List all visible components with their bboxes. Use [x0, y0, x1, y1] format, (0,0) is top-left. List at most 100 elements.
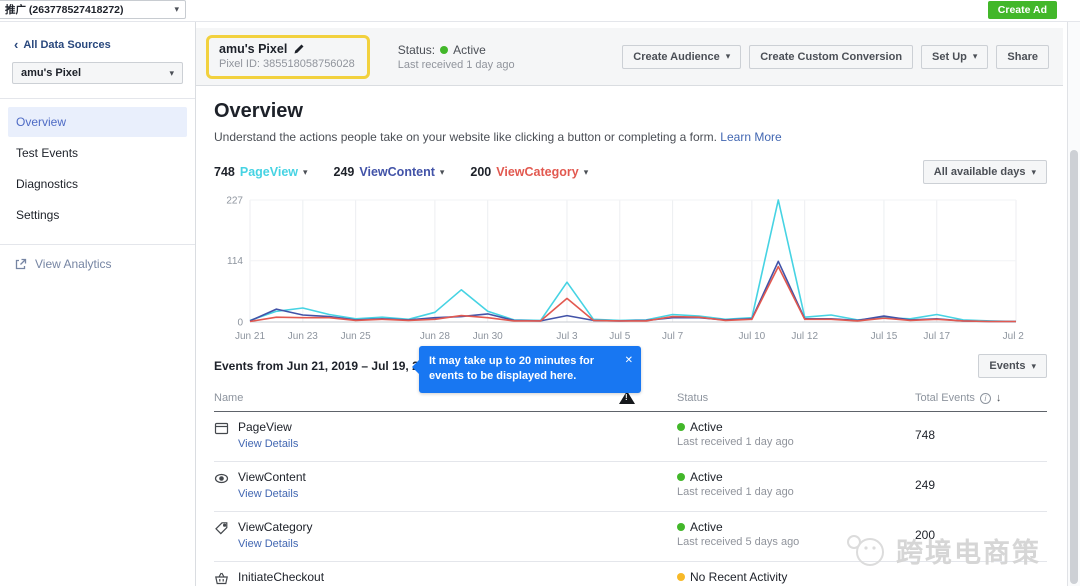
share-button[interactable]: Share	[996, 45, 1049, 69]
svg-text:Jul 3: Jul 3	[556, 331, 578, 342]
sidebar-nav: Overview Test Events Diagnostics Setting…	[0, 99, 195, 230]
chevron-down-icon: ▾	[174, 5, 179, 14]
events-date-range-title: Events from Jun 21, 2019 – Jul 19, 2019	[214, 359, 439, 373]
delay-tooltip: It may take up to 20 minutes for events …	[419, 346, 641, 393]
page-description: Understand the actions people take on yo…	[214, 130, 717, 144]
svg-text:114: 114	[227, 256, 243, 267]
view-details-link[interactable]: View Details	[238, 488, 298, 500]
svg-text:Jun 21: Jun 21	[235, 331, 265, 342]
event-status: Active	[690, 520, 723, 534]
svg-text:Jul 17: Jul 17	[923, 331, 950, 342]
overview-content: Overview Understand the actions people t…	[196, 86, 1063, 586]
chevron-down-icon: ▾	[1031, 362, 1036, 371]
scrollbar-thumb[interactable]	[1070, 150, 1078, 584]
table-row: PageView View Details Active Last receiv…	[214, 412, 1047, 462]
pixel-header: amu's Pixel Pixel ID: 385518058756028 St…	[196, 28, 1063, 86]
ad-account-selector[interactable]: 推广 (263778527418272) ▾	[0, 0, 186, 19]
date-range-label: All available days	[934, 166, 1026, 178]
column-header-status[interactable]: Status	[677, 392, 915, 404]
pixel-selector-dropdown[interactable]: amu's Pixel ▾	[12, 62, 183, 84]
pageview-label: PageView	[240, 165, 298, 179]
sidebar-item-settings[interactable]: Settings	[8, 200, 187, 230]
tag-icon	[214, 521, 229, 536]
chevron-down-icon: ▾	[169, 69, 174, 78]
event-name: PageView	[238, 420, 298, 434]
ad-account-label: 推广 (263778527418272)	[5, 2, 124, 17]
eye-icon	[214, 471, 229, 486]
date-range-button[interactable]: All available days ▾	[923, 160, 1047, 184]
svg-text:0: 0	[237, 318, 243, 329]
svg-text:Jun 25: Jun 25	[341, 331, 371, 342]
basket-icon	[214, 571, 229, 586]
status-value: Active	[453, 43, 486, 57]
sort-descending-icon[interactable]: ↓	[996, 392, 1002, 404]
set-up-button[interactable]: Set Up ▾	[921, 45, 988, 69]
event-name: ViewContent	[238, 470, 306, 484]
svg-text:Jul 5: Jul 5	[609, 331, 631, 342]
event-name: InitiateCheckout	[238, 570, 324, 584]
svg-text:227: 227	[226, 196, 243, 207]
view-details-link[interactable]: View Details	[238, 438, 298, 450]
chevron-down-icon: ▾	[303, 168, 308, 177]
column-header-name[interactable]: Name	[214, 392, 677, 404]
viewcategory-label: ViewCategory	[496, 165, 578, 179]
create-custom-conversion-button[interactable]: Create Custom Conversion	[749, 45, 913, 69]
pixel-info-highlight: amu's Pixel Pixel ID: 385518058756028	[206, 35, 370, 79]
status-last-received: Last received 1 day ago	[398, 59, 515, 71]
sidebar-item-test-events[interactable]: Test Events	[8, 138, 187, 168]
svg-text:Jun 30: Jun 30	[473, 331, 503, 342]
events-table: Name Status Total Events i ↓	[214, 392, 1047, 586]
legend-viewcontent-dropdown[interactable]: 249 ViewContent ▾	[334, 165, 445, 179]
view-analytics-link[interactable]: View Analytics	[0, 245, 195, 283]
view-analytics-label: View Analytics	[35, 257, 111, 271]
line-chart-svg: Jun 21Jun 23Jun 25Jun 28Jun 30Jul 3Jul 5…	[214, 190, 1024, 343]
total-events-label: Total Events	[915, 392, 975, 404]
create-ad-button[interactable]: Create Ad	[988, 1, 1057, 19]
status-dot	[677, 573, 685, 581]
view-details-link[interactable]: View Details	[238, 538, 298, 550]
chevron-left-icon: ‹	[14, 38, 18, 51]
event-last-received: Last received 1 day ago	[677, 436, 915, 448]
svg-text:Jun 23: Jun 23	[288, 331, 318, 342]
events-table-section: Events from Jun 21, 2019 – Jul 19, 2019 …	[214, 354, 1047, 586]
legend-pageview-dropdown[interactable]: 748 PageView ▾	[214, 165, 308, 179]
event-status: Active	[690, 420, 723, 434]
status-dot	[440, 46, 448, 54]
all-data-sources-link[interactable]: ‹ All Data Sources	[0, 38, 195, 51]
edit-pencil-icon[interactable]	[293, 43, 305, 55]
status-dot	[677, 423, 685, 431]
create-audience-label: Create Audience	[633, 51, 719, 63]
learn-more-link[interactable]: Learn More	[720, 130, 781, 144]
status-dot	[677, 473, 685, 481]
events-manager-page: 推广 (263778527418272) ▾ Create Ad ‹ All D…	[0, 0, 1080, 586]
viewcontent-count: 249	[334, 165, 355, 179]
chevron-down-icon: ▾	[1031, 168, 1036, 177]
event-total: 748	[915, 420, 1047, 442]
all-data-sources-label: All Data Sources	[23, 39, 110, 51]
event-name: ViewCategory	[238, 520, 312, 534]
create-audience-button[interactable]: Create Audience ▾	[622, 45, 741, 69]
vertical-scrollbar[interactable]	[1067, 22, 1080, 586]
sidebar-item-overview[interactable]: Overview	[8, 107, 187, 137]
status-label: Status:	[398, 43, 435, 57]
chevron-down-icon: ▾	[973, 52, 978, 61]
table-row: ViewContent View Details Active Last rec…	[214, 462, 1047, 512]
event-total: 200	[915, 520, 1047, 542]
viewcontent-label: ViewContent	[359, 165, 434, 179]
svg-text:Jul 12: Jul 12	[791, 331, 818, 342]
column-header-total-events[interactable]: Total Events i ↓	[915, 392, 1047, 404]
chart-legend-row: 748 PageView ▾ 249 ViewContent ▾ 200 Vie…	[214, 160, 1047, 184]
set-up-label: Set Up	[932, 51, 967, 63]
pixel-status-block: Status: Active Last received 1 day ago	[398, 43, 515, 71]
legend-viewcategory-dropdown[interactable]: 200 ViewCategory ▾	[470, 165, 588, 179]
pixel-name: amu's Pixel	[219, 42, 287, 56]
sidebar: ‹ All Data Sources amu's Pixel ▾ Overvie…	[0, 22, 196, 586]
close-icon[interactable]: ✕	[625, 354, 633, 368]
svg-text:Jul 10: Jul 10	[739, 331, 766, 342]
event-last-received: Last received 5 days ago	[677, 536, 915, 548]
events-filter-button[interactable]: Events ▾	[978, 354, 1047, 378]
info-icon[interactable]: i	[980, 393, 991, 404]
main-panel: amu's Pixel Pixel ID: 385518058756028 St…	[196, 22, 1063, 586]
sidebar-item-diagnostics[interactable]: Diagnostics	[8, 169, 187, 199]
top-bar: 推广 (263778527418272) ▾ Create Ad	[0, 0, 1080, 22]
